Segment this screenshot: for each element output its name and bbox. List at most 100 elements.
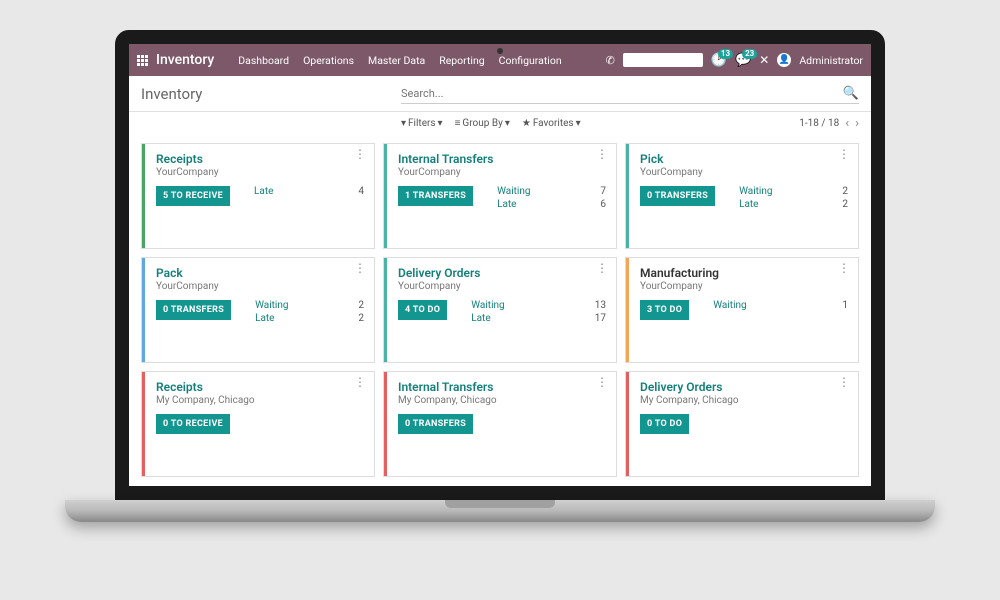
nav-master-data[interactable]: Master Data xyxy=(368,54,425,67)
pager-next-icon[interactable]: › xyxy=(855,116,859,131)
user-avatar-icon[interactable]: 👤 xyxy=(777,53,791,67)
settings-cross-icon[interactable]: ✕ xyxy=(759,53,769,67)
subheader: Inventory 🔍 xyxy=(129,76,871,112)
quick-search-box[interactable] xyxy=(623,53,703,67)
stat-label[interactable]: Late xyxy=(497,199,516,210)
favorites-label: Favorites xyxy=(533,118,574,129)
stat-row: Waiting13 xyxy=(471,300,606,311)
search-icon[interactable]: 🔍 xyxy=(843,86,859,101)
card-action-button[interactable]: 0 TO DO xyxy=(640,414,689,434)
stat-label[interactable]: Waiting xyxy=(713,300,746,311)
card-title[interactable]: Pack xyxy=(156,266,364,280)
stat-label[interactable]: Waiting xyxy=(471,300,504,311)
topbar-right: ✆ 🕑13 💬23 ✕ 👤 Administrator xyxy=(606,53,863,68)
card-stripe xyxy=(384,258,387,362)
card-title[interactable]: Delivery Orders xyxy=(640,380,848,394)
kanban-card[interactable]: ⋮Internal TransfersMy Company, Chicago0 … xyxy=(383,371,617,477)
stat-label[interactable]: Waiting xyxy=(255,300,288,311)
kanban-card[interactable]: ⋮PackYourCompany0 TRANSFERSWaiting2Late2 xyxy=(141,257,375,363)
stat-label[interactable]: Late xyxy=(739,199,758,210)
card-action-button[interactable]: 0 TRANSFERS xyxy=(398,414,473,434)
nav-dashboard[interactable]: Dashboard xyxy=(238,54,289,67)
card-action-button[interactable]: 4 TO DO xyxy=(398,300,447,320)
stat-row: Late6 xyxy=(497,199,606,210)
card-company: YourCompany xyxy=(640,167,848,178)
control-bar: ▾ Filters ▾ ≡ Group By ▾ ★ Favorites ▾ 1… xyxy=(129,112,871,137)
pager: 1-18 / 18 ‹ › xyxy=(799,116,859,131)
card-menu-icon[interactable]: ⋮ xyxy=(354,150,366,158)
card-stats: Waiting7Late6 xyxy=(497,186,606,210)
activities-icon[interactable]: 🕑13 xyxy=(711,53,727,68)
pager-prev-icon[interactable]: ‹ xyxy=(845,116,849,131)
kanban-card[interactable]: ⋮ReceiptsYourCompany5 TO RECEIVELate4 xyxy=(141,143,375,249)
card-menu-icon[interactable]: ⋮ xyxy=(596,264,608,272)
phone-icon[interactable]: ✆ xyxy=(606,54,615,67)
card-title[interactable]: Pick xyxy=(640,152,848,166)
card-company: YourCompany xyxy=(156,167,364,178)
kanban-card[interactable]: ⋮PickYourCompany 0 TRANSFERS Waiting 2Late 2 xyxy=(625,143,859,249)
filters-button[interactable]: ▾ Filters ▾ xyxy=(401,118,443,129)
stat-row: Late17 xyxy=(471,313,606,324)
card-menu-icon[interactable]: ⋮ xyxy=(838,150,850,158)
kanban-board: ⋮ReceiptsYourCompany5 TO RECEIVELate4⋮In… xyxy=(129,137,871,483)
card-title[interactable]: Receipts xyxy=(156,380,364,394)
nav-reporting[interactable]: Reporting xyxy=(439,54,484,67)
nav-menu: Dashboard Operations Master Data Reporti… xyxy=(238,54,605,67)
card-company: YourCompany xyxy=(640,281,848,292)
card-menu-icon[interactable]: ⋮ xyxy=(838,378,850,386)
laptop-base xyxy=(65,500,935,522)
card-menu-icon[interactable]: ⋮ xyxy=(596,150,608,158)
card-action-button[interactable]: 0 TO RECEIVE xyxy=(156,414,230,434)
card-stats: Waiting 2Late 2 xyxy=(739,186,848,210)
card-menu-icon[interactable]: ⋮ xyxy=(596,378,608,386)
card-company: My Company, Chicago xyxy=(640,395,848,406)
messages-icon[interactable]: 💬23 xyxy=(735,53,751,68)
messages-badge: 23 xyxy=(742,49,757,59)
stat-label[interactable]: Late xyxy=(255,313,274,324)
groupby-button[interactable]: ≡ Group By ▾ xyxy=(455,118,510,129)
user-name[interactable]: Administrator xyxy=(799,54,863,67)
app-brand[interactable]: Inventory xyxy=(156,52,214,68)
card-company: YourCompany xyxy=(398,167,606,178)
card-menu-icon[interactable]: ⋮ xyxy=(354,378,366,386)
stat-row: Waiting2 xyxy=(255,300,364,311)
pager-count[interactable]: 1-18 / 18 xyxy=(799,118,839,129)
nav-operations[interactable]: Operations xyxy=(303,54,354,67)
stat-value: 1 xyxy=(842,300,848,311)
card-stats: Waiting2Late2 xyxy=(255,300,364,324)
stat-value: 2 xyxy=(842,199,848,210)
card-title[interactable]: Receipts xyxy=(156,152,364,166)
stat-label[interactable]: Waiting xyxy=(497,186,530,197)
card-title[interactable]: Manufacturing xyxy=(640,266,848,280)
card-stripe xyxy=(142,372,145,476)
kanban-card[interactable]: ⋮ManufacturingYourCompany 3 TO DO Waiting 1 xyxy=(625,257,859,363)
card-menu-icon[interactable]: ⋮ xyxy=(838,264,850,272)
card-body: 1 TRANSFERS Waiting7Late6 xyxy=(398,186,606,210)
stat-label[interactable]: Late xyxy=(471,313,490,324)
camera-dot xyxy=(497,48,503,54)
card-action-button[interactable]: 3 TO DO xyxy=(640,300,689,320)
stat-row: Late 2 xyxy=(739,199,848,210)
kanban-card[interactable]: ⋮Delivery OrdersMy Company, Chicago 0 TO … xyxy=(625,371,859,477)
kanban-card[interactable]: ⋮ReceiptsMy Company, Chicago0 TO RECEIVE xyxy=(141,371,375,477)
favorites-button[interactable]: ★ Favorites ▾ xyxy=(522,118,581,129)
stat-label[interactable]: Late xyxy=(254,186,273,197)
search-input[interactable] xyxy=(401,87,843,100)
apps-grid-icon[interactable] xyxy=(137,55,148,66)
card-action-button[interactable]: 1 TRANSFERS xyxy=(398,186,473,206)
card-action-button[interactable]: 0 TRANSFERS xyxy=(640,186,715,206)
card-action-button[interactable]: 5 TO RECEIVE xyxy=(156,186,230,206)
card-title[interactable]: Internal Transfers xyxy=(398,380,606,394)
nav-configuration[interactable]: Configuration xyxy=(499,54,562,67)
card-menu-icon[interactable]: ⋮ xyxy=(354,264,366,272)
kanban-card[interactable]: ⋮Internal TransfersYourCompany 1 TRANSFER… xyxy=(383,143,617,249)
stat-label[interactable]: Waiting xyxy=(739,186,772,197)
card-stripe xyxy=(626,144,629,248)
laptop-screen: Inventory Dashboard Operations Master Da… xyxy=(115,30,885,500)
kanban-card[interactable]: ⋮Delivery OrdersYourCompany4 TO DOWaitin… xyxy=(383,257,617,363)
card-stats: Waiting13 Late17 xyxy=(471,300,606,324)
card-action-button[interactable]: 0 TRANSFERS xyxy=(156,300,231,320)
card-title[interactable]: Delivery Orders xyxy=(398,266,606,280)
card-stripe xyxy=(626,372,629,476)
card-title[interactable]: Internal Transfers xyxy=(398,152,606,166)
